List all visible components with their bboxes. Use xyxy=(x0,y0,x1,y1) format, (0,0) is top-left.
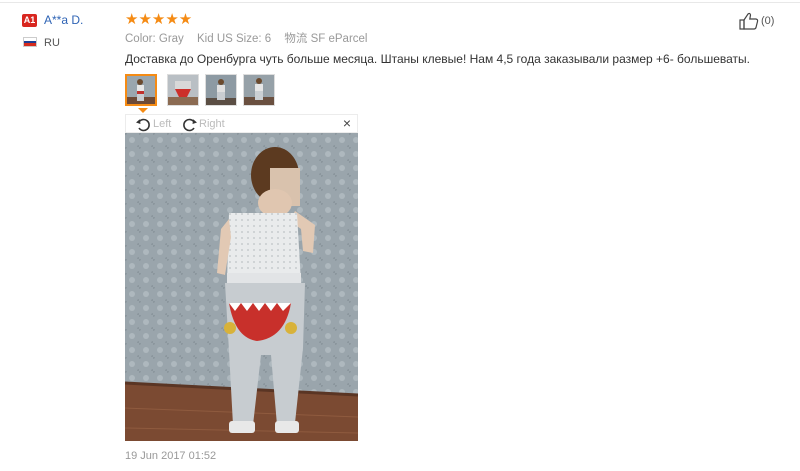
logistics-attr-label: 物流 xyxy=(284,33,308,45)
photo-thumbnail-1[interactable] xyxy=(125,74,157,106)
helpful-button[interactable]: (0) xyxy=(739,12,774,30)
color-attr-label: Color: xyxy=(125,33,156,45)
order-attributes: Color: Gray Kid US Size: 6 物流 SF eParcel xyxy=(125,32,367,47)
size-attr-label: Kid US Size: xyxy=(197,33,262,45)
close-viewer-button[interactable]: × xyxy=(343,115,351,132)
reviewer-name-link[interactable]: A**a D. xyxy=(44,13,83,28)
photo-thumbnail-2[interactable] xyxy=(167,74,199,106)
rotate-left-icon xyxy=(136,118,150,131)
star-rating: ★★★★★ xyxy=(125,12,192,28)
photo-thumbnail-4[interactable] xyxy=(243,74,275,106)
review-photo-image xyxy=(125,133,358,441)
color-attr-value: Gray xyxy=(158,33,184,45)
photo-thumbnail-3[interactable] xyxy=(205,74,237,106)
star-rating-stars: ★★★★★ xyxy=(125,11,193,28)
rotate-left-label: Left xyxy=(153,118,172,130)
photo-viewer-toolbar: Left Right × xyxy=(125,114,358,133)
review-text: Доставка до Оренбурга чуть больше месяца… xyxy=(125,52,751,66)
review-photo-large xyxy=(125,133,358,441)
reviewer-country: RU xyxy=(44,37,60,49)
country-flag-icon xyxy=(23,37,37,47)
active-thumbnail-caret xyxy=(138,108,148,113)
helpful-count: (0) xyxy=(761,15,775,27)
rotate-left-button[interactable]: Left xyxy=(135,116,171,132)
rotate-right-label: Right xyxy=(199,118,225,130)
top-divider xyxy=(0,2,800,3)
thumbs-up-icon xyxy=(739,12,759,30)
logistics-attr-value: SF eParcel xyxy=(310,33,368,45)
rotate-right-icon xyxy=(183,118,197,131)
review-date: 19 Jun 2017 01:52 xyxy=(125,450,217,462)
buyer-level-badge: A1 xyxy=(22,14,37,27)
rotate-right-button[interactable]: Right xyxy=(181,116,225,132)
size-attr-value: 6 xyxy=(264,33,272,45)
